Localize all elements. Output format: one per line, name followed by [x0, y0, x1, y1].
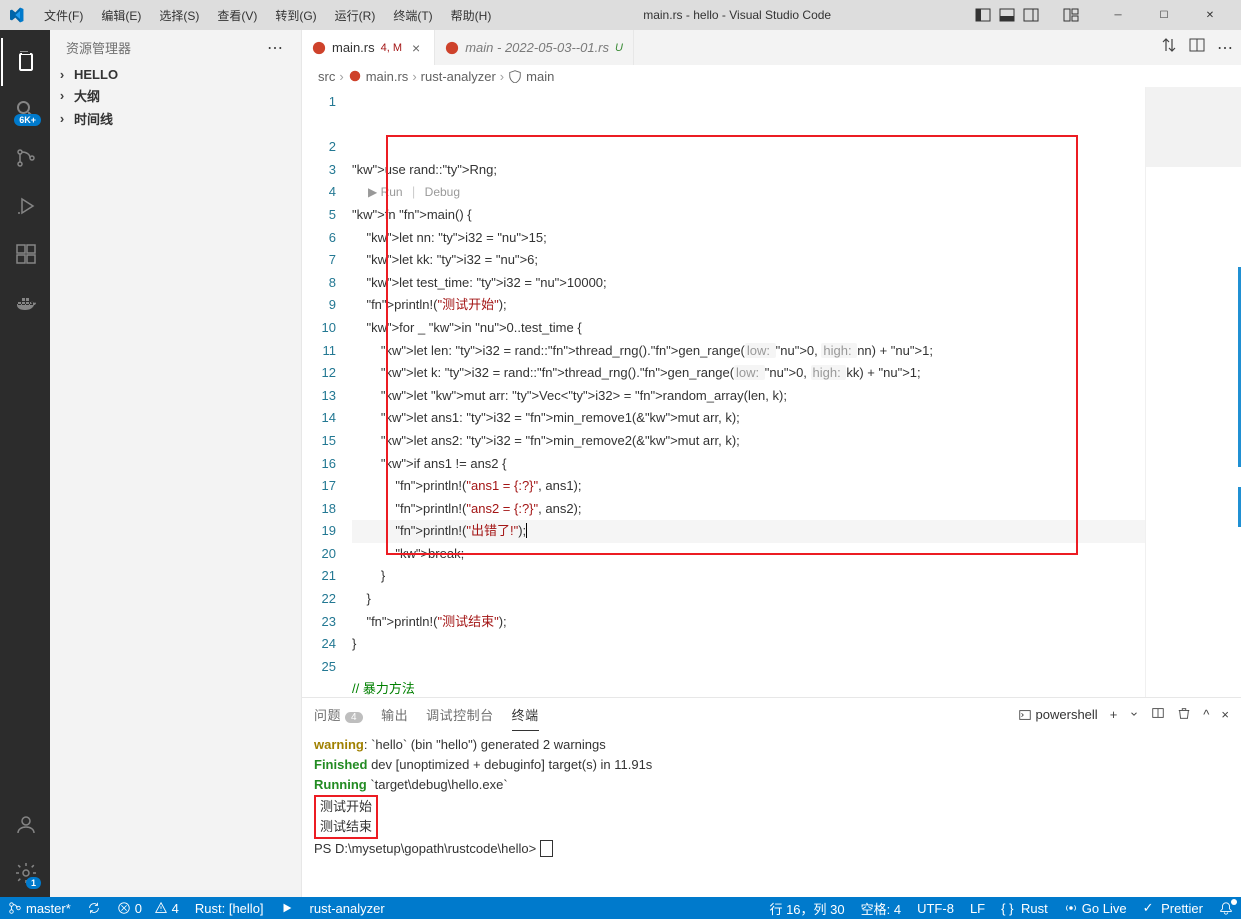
activity-extensions[interactable]: [1, 230, 49, 278]
settings-badge: 1: [26, 877, 41, 889]
maximize-button[interactable]: ☐: [1141, 0, 1187, 30]
menu-run[interactable]: 运行(R): [327, 3, 384, 28]
close-panel-icon[interactable]: ×: [1221, 707, 1229, 722]
rust-file-icon: [312, 41, 326, 55]
terminal-shell-select[interactable]: powershell: [1018, 707, 1098, 722]
search-badge: 6K+: [14, 114, 41, 126]
minimize-button[interactable]: ─: [1095, 0, 1141, 30]
split-editor-icon[interactable]: [1189, 37, 1205, 58]
menu-terminal[interactable]: 终端(T): [385, 3, 440, 28]
panel-actions: powershell + ^ ×: [1018, 706, 1229, 723]
new-terminal-icon[interactable]: +: [1110, 707, 1118, 722]
sidebar-section-outline[interactable]: ›大纲: [50, 84, 301, 107]
toggle-secondary-sidebar-icon[interactable]: [1023, 7, 1039, 23]
menu-help[interactable]: 帮助(H): [443, 3, 500, 28]
status-bar: master* 0 4 Rust: [hello] rust-analyzer …: [0, 897, 1241, 919]
status-rust-analyzer[interactable]: rust-analyzer: [302, 897, 393, 919]
activity-search[interactable]: 6K+: [1, 86, 49, 134]
toggle-panel-icon[interactable]: [999, 7, 1015, 23]
window-title: main.rs - hello - Visual Studio Code: [503, 8, 971, 22]
activity-accounts[interactable]: [1, 801, 49, 849]
highlight-box: [386, 135, 1078, 555]
minimap-viewport[interactable]: [1146, 87, 1241, 167]
status-rust-project[interactable]: Rust: [hello]: [187, 897, 272, 919]
sidebar-more-icon[interactable]: ⋯: [267, 38, 285, 58]
status-problems[interactable]: 0 4: [109, 897, 187, 919]
editor-group: main.rs 4, M × main - 2022-05-03--01.rs …: [302, 30, 1241, 897]
code-content[interactable]: "kw">use rand::"ty">Rng;▶ Run | Debug"kw…: [352, 87, 1145, 697]
activity-explorer[interactable]: [1, 38, 49, 86]
status-cursor-position[interactable]: 行 16，列 30: [761, 897, 852, 919]
breadcrumb-file[interactable]: main.rs: [348, 69, 409, 84]
status-run-icon[interactable]: [272, 897, 302, 919]
code-editor[interactable]: 1234567891011121314151617181920212223242…: [302, 87, 1241, 697]
activity-settings[interactable]: 1: [1, 849, 49, 897]
window-controls: ─ ☐ ✕: [1095, 0, 1233, 30]
menu-view[interactable]: 查看(V): [209, 3, 265, 28]
close-button[interactable]: ✕: [1187, 0, 1233, 30]
more-actions-icon[interactable]: ⋯: [1217, 38, 1233, 58]
compare-changes-icon[interactable]: [1161, 37, 1177, 58]
editor-tabs: main.rs 4, M × main - 2022-05-03--01.rs …: [302, 30, 1241, 65]
panel-tab-output[interactable]: 输出: [381, 699, 408, 730]
activity-docker[interactable]: [1, 278, 49, 326]
panel-tab-problems[interactable]: 问题4: [314, 699, 363, 730]
tab-modified-indicator: 4, M: [381, 42, 402, 54]
status-prettier[interactable]: ✓ Prettier: [1135, 897, 1211, 919]
sidebar-section-timeline[interactable]: ›时间线: [50, 107, 301, 130]
status-indentation[interactable]: 空格: 4: [853, 897, 909, 919]
layout-controls: [975, 7, 1079, 23]
panel-tab-terminal[interactable]: 终端: [512, 699, 539, 731]
menu-edit[interactable]: 编辑(E): [93, 3, 149, 28]
rust-file-icon: [445, 41, 459, 55]
activity-run-debug[interactable]: [1, 182, 49, 230]
tab-main-rs[interactable]: main.rs 4, M ×: [302, 30, 435, 65]
breadcrumb-analyzer[interactable]: rust-analyzer: [421, 69, 496, 84]
menu-selection[interactable]: 选择(S): [151, 3, 207, 28]
status-language[interactable]: { } Rust: [993, 897, 1056, 919]
status-notifications-icon[interactable]: [1211, 897, 1241, 919]
vscode-logo-icon: [8, 7, 24, 23]
minimap[interactable]: [1145, 87, 1241, 697]
sidebar-section-hello[interactable]: ›HELLO: [50, 65, 301, 84]
breadcrumb-main[interactable]: main: [508, 69, 554, 84]
bottom-panel: 问题4 输出 调试控制台 终端 powershell + ^ × warning…: [302, 697, 1241, 897]
titlebar: 文件(F) 编辑(E) 选择(S) 查看(V) 转到(G) 运行(R) 终端(T…: [0, 0, 1241, 30]
activity-bar: 6K+ 1: [0, 30, 50, 897]
tab-label: main - 2022-05-03--01.rs: [465, 40, 609, 55]
tab-close-icon[interactable]: ×: [408, 40, 424, 56]
split-terminal-icon[interactable]: [1151, 706, 1165, 723]
activity-source-control[interactable]: [1, 134, 49, 182]
menu-file[interactable]: 文件(F): [36, 3, 91, 28]
terminal-dropdown-icon[interactable]: [1129, 707, 1139, 722]
sidebar-title: 资源管理器: [66, 38, 131, 57]
terminal-content[interactable]: warning: `hello` (bin "hello") generated…: [302, 731, 1241, 897]
status-sync[interactable]: [79, 897, 109, 919]
status-encoding[interactable]: UTF-8: [909, 897, 962, 919]
menu-bar: 文件(F) 编辑(E) 选择(S) 查看(V) 转到(G) 运行(R) 终端(T…: [36, 3, 499, 28]
panel-tabs: 问题4 输出 调试控制台 终端 powershell + ^ ×: [302, 698, 1241, 731]
panel-tab-debug-console[interactable]: 调试控制台: [426, 699, 494, 730]
tab-main-backup[interactable]: main - 2022-05-03--01.rs U: [435, 30, 634, 65]
toggle-primary-sidebar-icon[interactable]: [975, 7, 991, 23]
sidebar-header: 资源管理器 ⋯: [50, 30, 301, 65]
menu-go[interactable]: 转到(G): [267, 3, 324, 28]
breadcrumb-src[interactable]: src: [318, 69, 335, 84]
maximize-panel-icon[interactable]: ^: [1203, 707, 1209, 722]
tab-actions: ⋯: [1161, 30, 1241, 65]
explorer-sidebar: 资源管理器 ⋯ ›HELLO ›大纲 ›时间线: [50, 30, 302, 897]
breadcrumb: src › main.rs › rust-analyzer › main: [302, 65, 1241, 87]
tab-git-status: U: [615, 42, 623, 54]
customize-layout-icon[interactable]: [1063, 7, 1079, 23]
status-eol[interactable]: LF: [962, 897, 993, 919]
line-numbers: 1234567891011121314151617181920212223242…: [302, 87, 352, 697]
status-branch[interactable]: master*: [0, 897, 79, 919]
status-go-live[interactable]: Go Live: [1056, 897, 1135, 919]
tab-label: main.rs: [332, 40, 375, 55]
kill-terminal-icon[interactable]: [1177, 706, 1191, 723]
problems-count: 4: [345, 712, 363, 723]
